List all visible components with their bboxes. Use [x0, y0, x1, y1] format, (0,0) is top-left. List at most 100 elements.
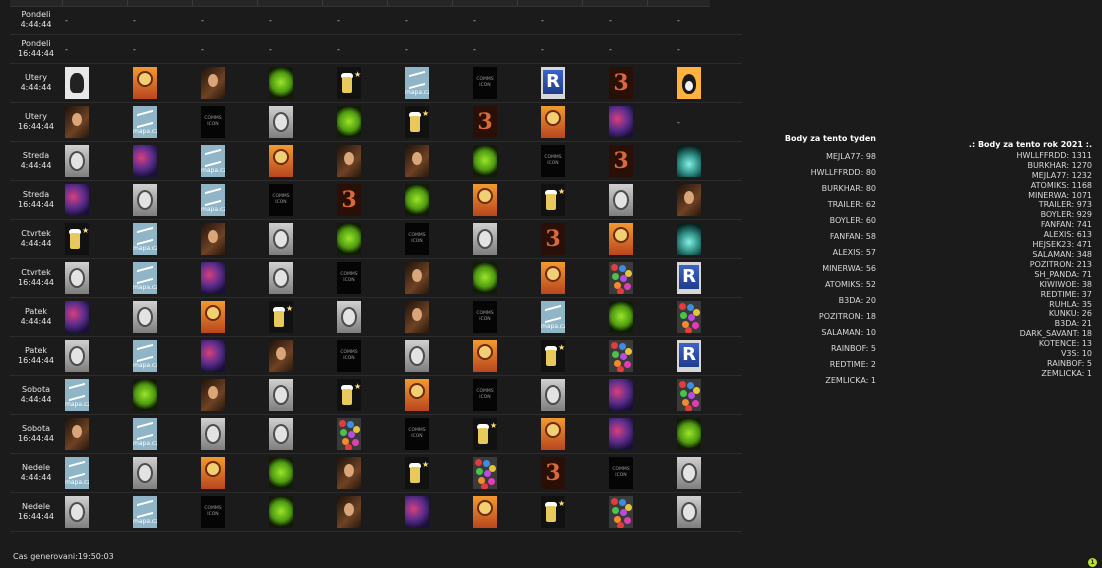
comms-image[interactable]: COMMS ICON	[405, 223, 429, 255]
comms-image[interactable]: COMMS ICON	[473, 67, 497, 99]
portrait-image[interactable]	[337, 457, 361, 489]
oldman-image[interactable]	[65, 496, 89, 528]
nebula-image[interactable]	[201, 340, 225, 372]
portrait-image[interactable]	[337, 145, 361, 177]
einstein-image[interactable]	[65, 67, 89, 99]
oldman-image[interactable]	[65, 262, 89, 294]
portrait-image[interactable]	[337, 496, 361, 528]
mapa-image[interactable]: mapa.cz	[201, 145, 225, 177]
beer-image[interactable]: ★	[405, 457, 429, 489]
alien-image[interactable]	[269, 67, 293, 99]
icon-image[interactable]	[201, 301, 225, 333]
beer-image[interactable]: ★	[541, 496, 565, 528]
portrait-image[interactable]	[201, 67, 225, 99]
portrait-image[interactable]	[405, 145, 429, 177]
portrait-image[interactable]	[677, 184, 701, 216]
mapa-image[interactable]: mapa.cz	[541, 301, 565, 333]
r-image[interactable]: R	[677, 262, 701, 294]
mapa-image[interactable]: mapa.cz	[405, 67, 429, 99]
comms-image[interactable]: COMMS ICON	[337, 340, 361, 372]
portrait-image[interactable]	[405, 262, 429, 294]
candy-image[interactable]	[609, 496, 633, 528]
oldman-image[interactable]	[677, 496, 701, 528]
mapa-image[interactable]: mapa.cz	[133, 262, 157, 294]
oldman-image[interactable]	[337, 301, 361, 333]
alien-image[interactable]	[269, 457, 293, 489]
alien-image[interactable]	[473, 262, 497, 294]
oldman-image[interactable]	[269, 262, 293, 294]
beer-image[interactable]: ★	[337, 379, 361, 411]
r-image[interactable]: R	[541, 67, 565, 99]
comms-image[interactable]: COMMS ICON	[541, 145, 565, 177]
beer-image[interactable]: ★	[269, 301, 293, 333]
nebula-image[interactable]	[609, 418, 633, 450]
oldman-image[interactable]	[269, 418, 293, 450]
oldman-image[interactable]	[677, 457, 701, 489]
mapa-image[interactable]: mapa.cz	[133, 418, 157, 450]
icon-image[interactable]	[541, 418, 565, 450]
three-image[interactable]: 3	[609, 145, 633, 177]
nebula-image[interactable]	[201, 262, 225, 294]
oldman-image[interactable]	[133, 184, 157, 216]
icon-image[interactable]	[473, 496, 497, 528]
comms-image[interactable]: COMMS ICON	[405, 418, 429, 450]
mapa-image[interactable]: mapa.cz	[133, 340, 157, 372]
alien-image[interactable]	[133, 379, 157, 411]
alien-image[interactable]	[337, 106, 361, 138]
portrait-image[interactable]	[269, 340, 293, 372]
mapa-image[interactable]: mapa.cz	[201, 184, 225, 216]
notification-badge[interactable]: 1	[1088, 558, 1097, 567]
nebula-image[interactable]	[609, 106, 633, 138]
nebula-image[interactable]	[405, 496, 429, 528]
three-image[interactable]: 3	[541, 223, 565, 255]
candy-image[interactable]	[677, 301, 701, 333]
icon-image[interactable]	[269, 145, 293, 177]
comms-image[interactable]: COMMS ICON	[269, 184, 293, 216]
alien-image[interactable]	[473, 145, 497, 177]
mapa-image[interactable]: mapa.cz	[65, 457, 89, 489]
candy-image[interactable]	[677, 379, 701, 411]
alien-image[interactable]	[269, 496, 293, 528]
oldman-image[interactable]	[65, 145, 89, 177]
icon-image[interactable]	[541, 262, 565, 294]
alien-image[interactable]	[337, 223, 361, 255]
nebula-image[interactable]	[65, 301, 89, 333]
beer-image[interactable]: ★	[405, 106, 429, 138]
mapa-image[interactable]: mapa.cz	[133, 106, 157, 138]
fire-image[interactable]	[677, 223, 701, 255]
beer-image[interactable]: ★	[337, 67, 361, 99]
three-image[interactable]: 3	[541, 457, 565, 489]
comms-image[interactable]: COMMS ICON	[337, 262, 361, 294]
three-image[interactable]: 3	[609, 67, 633, 99]
candy-image[interactable]	[609, 262, 633, 294]
comms-image[interactable]: COMMS ICON	[473, 379, 497, 411]
oldman-image[interactable]	[269, 106, 293, 138]
alien-image[interactable]	[609, 301, 633, 333]
portrait-image[interactable]	[65, 106, 89, 138]
oldman-image[interactable]	[133, 301, 157, 333]
oldman-image[interactable]	[609, 184, 633, 216]
oldman-image[interactable]	[541, 379, 565, 411]
icon-image[interactable]	[473, 340, 497, 372]
icon-image[interactable]	[133, 67, 157, 99]
oldman-image[interactable]	[473, 223, 497, 255]
nebula-image[interactable]	[609, 379, 633, 411]
candy-image[interactable]	[609, 340, 633, 372]
comms-image[interactable]: COMMS ICON	[201, 496, 225, 528]
mapa-image[interactable]: mapa.cz	[65, 379, 89, 411]
icon-image[interactable]	[201, 457, 225, 489]
icon-image[interactable]	[473, 184, 497, 216]
fire-image[interactable]	[677, 145, 701, 177]
mapa-image[interactable]: mapa.cz	[133, 223, 157, 255]
beer-image[interactable]: ★	[541, 184, 565, 216]
oldman-image[interactable]	[133, 457, 157, 489]
r-image[interactable]: R	[677, 340, 701, 372]
portrait-image[interactable]	[201, 379, 225, 411]
oldman-image[interactable]	[65, 340, 89, 372]
alien-image[interactable]	[677, 418, 701, 450]
oldman-image[interactable]	[405, 340, 429, 372]
portrait-image[interactable]	[65, 418, 89, 450]
comms-image[interactable]: COMMS ICON	[473, 301, 497, 333]
beer-image[interactable]: ★	[65, 223, 89, 255]
portrait-image[interactable]	[201, 223, 225, 255]
